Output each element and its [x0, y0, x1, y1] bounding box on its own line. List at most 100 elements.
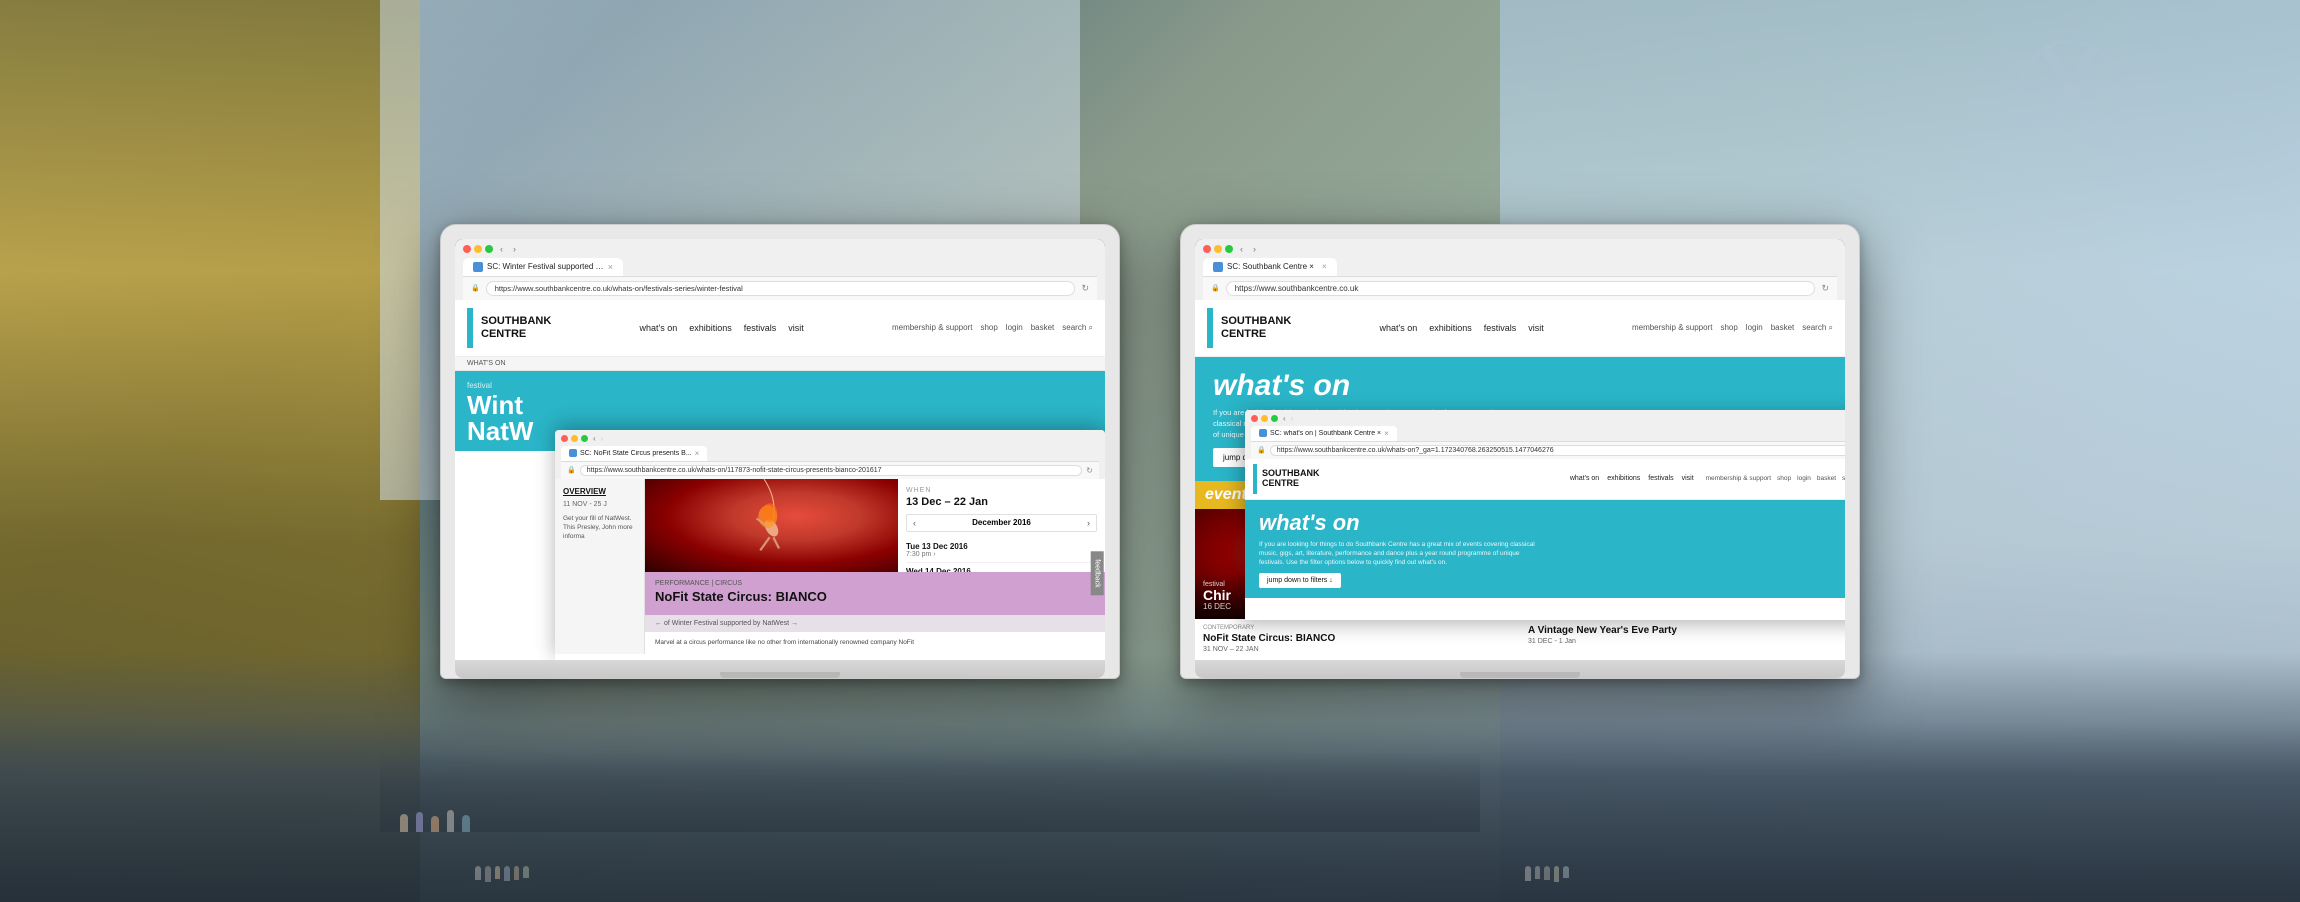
left-tab-1[interactable]: SC: Winter Festival supported by N... × — [463, 258, 623, 276]
right-tab-1-close-icon[interactable]: × — [1322, 262, 1327, 271]
nested-reload-icon[interactable]: ↻ — [1086, 466, 1093, 475]
festival-label-text: festival — [467, 381, 1093, 390]
right-nested-min-dot[interactable] — [1261, 415, 1268, 422]
right-nested-back-icon[interactable]: ‹ — [1283, 414, 1286, 423]
right-nav-festivals[interactable]: festivals — [1484, 323, 1517, 333]
left-address-bar[interactable]: https://www.southbankcentre.co.uk/whats-… — [486, 281, 1076, 296]
right-ssl-icon: 🔒 — [1211, 284, 1220, 292]
cal-next-icon[interactable]: › — [1087, 518, 1090, 528]
circus-content-row: WHEN 13 Dec – 22 Jan ‹ December 2016 › — [645, 479, 1105, 573]
right-nav-exhibitions[interactable]: exhibitions — [1429, 323, 1472, 333]
util-membership[interactable]: membership & support — [892, 323, 972, 333]
left-nested-browser: ‹ › SC: NoFit State Circus presents B...… — [555, 430, 1105, 660]
date-time-1: 7:30 pm › — [906, 551, 1097, 558]
left-laptop: ‹ › SC: Winter Festival supported by N..… — [440, 224, 1120, 679]
right-max-dot[interactable] — [1225, 245, 1233, 253]
right-close-dot[interactable] — [1203, 245, 1211, 253]
event-2-title: A Vintage New Year's Eve Party — [1528, 625, 1837, 636]
right-nested-membership[interactable]: membership & support — [1706, 475, 1771, 483]
right-nested-max-dot[interactable] — [1271, 415, 1278, 422]
right-logo: SOUTHBANK CENTRE — [1221, 315, 1291, 339]
overview-sidebar: OVERVIEW 11 NOV - 25 J Get your fill of … — [555, 479, 645, 654]
right-website-content: SOUTHBANK CENTRE what's on exhibitions f… — [1195, 300, 1845, 660]
right-util-membership[interactable]: membership & support — [1632, 323, 1712, 333]
right-address-row: 🔒 https://www.southbankcentre.co.uk ↻ — [1203, 276, 1837, 300]
nav-visit[interactable]: visit — [788, 323, 804, 333]
nav-festivals[interactable]: festivals — [744, 323, 777, 333]
nested-close-dot[interactable] — [561, 435, 568, 442]
left-website-content: SOUTHBANK CENTRE what's on exhibitions f… — [455, 300, 1105, 660]
left-nav-controls — [463, 245, 493, 253]
performance-info: PERFORMANCE | CIRCUS NoFit State Circus:… — [645, 572, 1105, 615]
right-nested-login[interactable]: login — [1797, 475, 1811, 483]
nested-max-dot[interactable] — [581, 435, 588, 442]
calendar-month-year: December 2016 — [972, 518, 1031, 527]
right-nested-nav: what's on exhibitions festivals visit — [1570, 475, 1694, 482]
left-tab-1-close-icon[interactable]: × — [608, 262, 613, 272]
right-laptop-shell: ‹ › SC: Southbank Centre × × 🔒 http — [1180, 224, 1860, 679]
circus-hero-image — [645, 479, 898, 573]
nav-exhibitions[interactable]: exhibitions — [689, 323, 732, 333]
right-util-basket[interactable]: basket — [1771, 323, 1795, 333]
right-tab-1[interactable]: SC: Southbank Centre × × — [1203, 258, 1337, 276]
util-search[interactable]: search ⌕ — [1062, 323, 1093, 333]
maximize-dot[interactable] — [485, 245, 493, 253]
event-1-info: CONTEMPORARY NoFit State Circus: BIANCO … — [1195, 619, 1520, 659]
nested-back-icon[interactable]: ‹ — [593, 434, 596, 443]
nested-min-dot[interactable] — [571, 435, 578, 442]
right-browser-chrome: ‹ › SC: Southbank Centre × × 🔒 http — [1195, 239, 1845, 300]
forward-arrow-icon[interactable]: › — [510, 244, 519, 254]
right-nested-close-dot[interactable] — [1251, 415, 1258, 422]
calendar-nav[interactable]: ‹ December 2016 › — [906, 514, 1097, 532]
right-nested-nav-exhibitions[interactable]: exhibitions — [1607, 475, 1640, 482]
event-1-tag: CONTEMPORARY — [1203, 625, 1512, 631]
right-nested-utility: membership & support shop login basket s… — [1706, 475, 1845, 483]
bottom-nav-links[interactable]: ← of Winter Festival supported by NatWes… — [655, 620, 798, 627]
breadcrumb-text: WHAT'S ON — [467, 360, 506, 367]
right-nested-logo-bar — [1253, 464, 1257, 494]
right-util-login[interactable]: login — [1746, 323, 1763, 333]
right-nested-url-bar[interactable]: https://www.southbankcentre.co.uk/whats-… — [1270, 445, 1845, 456]
back-arrow-icon[interactable]: ‹ — [497, 244, 506, 254]
right-nav-whats-on[interactable]: what's on — [1379, 323, 1417, 333]
right-nav-visit[interactable]: visit — [1528, 323, 1544, 333]
nested-fwd-icon[interactable]: › — [601, 434, 604, 443]
nested-active-tab[interactable]: SC: NoFit State Circus presents B... × — [561, 446, 707, 461]
minimize-dot[interactable] — [474, 245, 482, 253]
util-shop[interactable]: shop — [980, 323, 997, 333]
right-nested-nav-visit[interactable]: visit — [1682, 475, 1694, 482]
right-nested-nav-festivals[interactable]: festivals — [1648, 475, 1673, 482]
date-item-1[interactable]: Tue 13 Dec 2016 7:30 pm › — [906, 538, 1097, 563]
close-dot[interactable] — [463, 245, 471, 253]
right-nested-basket[interactable]: basket — [1817, 475, 1836, 483]
right-nested-shop[interactable]: shop — [1777, 475, 1791, 483]
nested-tab-close-icon[interactable]: × — [695, 449, 700, 458]
right-back-icon[interactable]: ‹ — [1237, 244, 1246, 254]
util-basket[interactable]: basket — [1031, 323, 1055, 333]
right-nested-search-icon[interactable]: search ⌕ — [1842, 475, 1845, 483]
nav-whats-on[interactable]: what's on — [639, 323, 677, 333]
nested-url-bar[interactable]: https://www.southbankcentre.co.uk/whats-… — [580, 465, 1083, 476]
nested-website-content: OVERVIEW 11 NOV - 25 J Get your fill of … — [555, 479, 1105, 654]
right-reload-icon[interactable]: ↻ — [1821, 283, 1829, 294]
right-nested-nav-whats-on[interactable]: what's on — [1570, 475, 1599, 482]
right-nested-website: SOUTHBANK CENTRE what's on exhibitions f… — [1245, 459, 1845, 617]
right-min-dot[interactable] — [1214, 245, 1222, 253]
util-login[interactable]: login — [1006, 323, 1023, 333]
nested-ssl-icon: 🔒 — [567, 466, 576, 474]
right-util-shop[interactable]: shop — [1720, 323, 1737, 333]
date-item-2[interactable]: Wed 14 Dec 2016 7:30 pm › — [906, 563, 1097, 573]
right-nested-fwd-icon[interactable]: › — [1291, 414, 1294, 423]
cal-prev-icon[interactable]: ‹ — [913, 518, 916, 528]
right-laptop-base — [1195, 660, 1845, 678]
right-nested-jump-button[interactable]: jump down to filters ↓ — [1259, 573, 1341, 588]
circus-desc: Marvel at a circus performance like no o… — [645, 632, 1105, 653]
right-fwd-icon[interactable]: › — [1250, 244, 1259, 254]
right-nested-active-tab[interactable]: SC: what's on | Southbank Centre × × — [1251, 426, 1397, 441]
left-url: https://www.southbankcentre.co.uk/whats-… — [495, 284, 743, 293]
feedback-button[interactable]: feedback — [1090, 551, 1103, 595]
right-util-search[interactable]: search ⌕ — [1802, 323, 1833, 333]
right-nested-tab-close-icon[interactable]: × — [1384, 429, 1389, 438]
reload-icon[interactable]: ↻ — [1081, 283, 1089, 294]
right-address-bar[interactable]: https://www.southbankcentre.co.uk — [1226, 281, 1816, 296]
